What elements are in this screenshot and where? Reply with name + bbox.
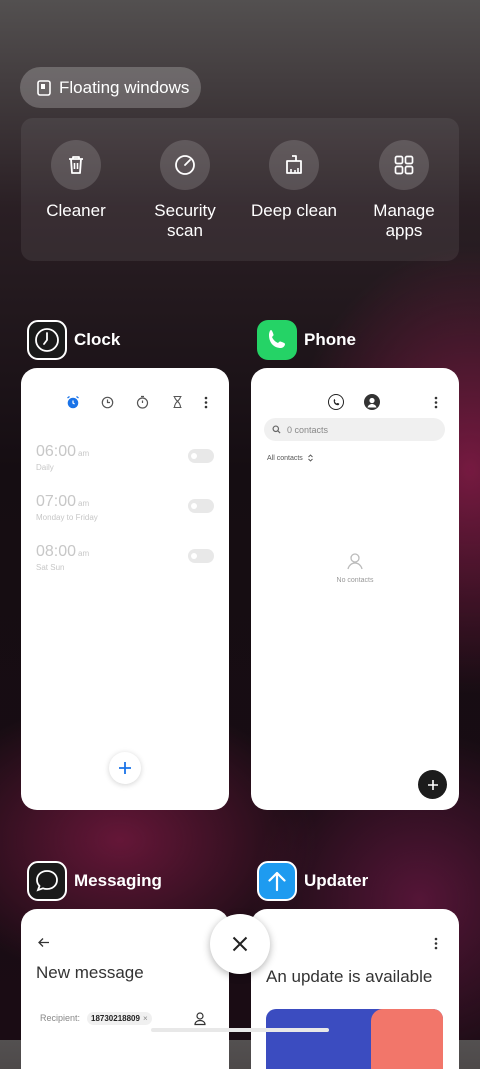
alarm-item[interactable]: 08:00 am Sat Sun — [36, 543, 89, 572]
security-scan-button[interactable]: Security scan — [135, 140, 235, 241]
alarm-time: 08:00 — [36, 543, 77, 560]
quick-actions-panel: Cleaner Security scan Deep clean Manage … — [21, 118, 459, 261]
updater-app-icon — [257, 861, 297, 901]
messaging-app-icon — [27, 861, 67, 901]
clock-app-name: Clock — [74, 330, 121, 349]
close-all-button[interactable] — [210, 914, 270, 974]
alarm-ampm: am — [78, 549, 90, 558]
world-clock-tab-icon[interactable] — [101, 396, 114, 409]
alarm-toggle[interactable] — [188, 449, 214, 463]
manage-apps-icon — [394, 155, 414, 175]
chip-remove-icon[interactable]: × — [143, 1014, 148, 1023]
clock-app-header[interactable]: Clock — [27, 320, 120, 360]
messaging-app-header[interactable]: Messaging — [27, 861, 162, 901]
contacts-filter-label: All contacts — [267, 454, 303, 462]
more-options-icon[interactable] — [434, 937, 438, 950]
empty-contacts-text: No contacts — [336, 577, 374, 584]
floating-window-icon — [37, 79, 51, 96]
alarm-item[interactable]: 06:00 am Daily — [36, 443, 89, 472]
add-alarm-button[interactable] — [109, 752, 141, 784]
alarm-ampm: am — [78, 449, 90, 458]
plus-icon — [119, 762, 131, 774]
deep-clean-icon — [286, 155, 302, 174]
update-available-title: An update is available — [266, 967, 433, 986]
stopwatch-tab-icon[interactable] — [136, 395, 149, 409]
alarm-time: 06:00 — [36, 443, 77, 460]
manage-apps-button[interactable]: Manage apps — [354, 140, 454, 241]
updater-app-name: Updater — [304, 871, 369, 890]
clock-app-icon — [27, 320, 67, 360]
cleaner-label: Cleaner — [46, 201, 106, 220]
alarm-repeat: Sat Sun — [36, 563, 65, 572]
plus-icon — [427, 779, 438, 790]
updater-app-card[interactable]: An update is available — [251, 909, 459, 1069]
phone-app-icon — [257, 320, 297, 360]
security-scan-label: Security scan — [154, 201, 216, 240]
messaging-app-name: Messaging — [74, 871, 162, 890]
security-scan-icon — [175, 155, 195, 175]
alarm-ampm: am — [78, 499, 90, 508]
recipient-chip[interactable]: 18730218809 × — [87, 1012, 152, 1025]
recipient-chip-number: 18730218809 — [91, 1014, 140, 1023]
more-options-icon[interactable] — [434, 396, 438, 409]
cleaner-button[interactable]: Cleaner — [26, 140, 126, 221]
add-contact-icon[interactable] — [194, 1012, 206, 1026]
sort-icon — [307, 454, 313, 462]
contacts-filter[interactable]: All contacts — [267, 454, 313, 462]
gesture-nav-bar[interactable] — [151, 1028, 329, 1032]
back-arrow-icon[interactable] — [37, 937, 50, 948]
trash-icon — [69, 156, 83, 174]
alarm-toggle[interactable] — [188, 549, 214, 563]
floating-windows-label: Floating windows — [59, 77, 190, 97]
alarm-repeat: Daily — [36, 463, 54, 472]
empty-contacts-icon — [347, 553, 363, 570]
alarm-item[interactable]: 07:00 am Monday to Friday — [36, 493, 98, 522]
close-icon — [232, 936, 248, 952]
contact-search-input[interactable]: 0 contacts — [264, 418, 445, 441]
more-options-icon[interactable] — [204, 396, 208, 409]
alarm-toggle[interactable] — [188, 499, 214, 513]
add-contact-button[interactable] — [418, 770, 447, 799]
alarm-repeat: Monday to Friday — [36, 513, 98, 522]
update-banner-image — [266, 1009, 443, 1069]
calls-tab-icon[interactable] — [328, 394, 344, 410]
deep-clean-label: Deep clean — [250, 201, 337, 220]
recipient-label: Recipient: — [40, 1013, 81, 1023]
clock-app-card[interactable]: 06:00 am Daily 07:00 am Monday to Friday 0… — [21, 368, 229, 810]
floating-windows-button[interactable]: Floating windows — [20, 67, 201, 108]
manage-apps-label: Manage apps — [373, 201, 435, 240]
phone-app-header[interactable]: Phone — [257, 320, 356, 360]
updater-app-header[interactable]: Updater — [257, 861, 368, 901]
contacts-tab-icon[interactable] — [364, 394, 380, 410]
new-message-title: New message — [36, 963, 144, 982]
messaging-app-card[interactable]: New message Recipient: 18730218809 × — [21, 909, 229, 1069]
search-placeholder: 0 contacts — [287, 424, 329, 435]
alarm-tab-icon[interactable] — [66, 395, 80, 409]
phone-app-name: Phone — [304, 330, 356, 349]
phone-app-card[interactable]: 0 contacts All contacts No contacts — [251, 368, 459, 810]
timer-tab-icon[interactable] — [172, 395, 183, 409]
deep-clean-button[interactable]: Deep clean — [244, 140, 344, 221]
alarm-time: 07:00 — [36, 493, 77, 510]
search-icon — [272, 425, 281, 434]
